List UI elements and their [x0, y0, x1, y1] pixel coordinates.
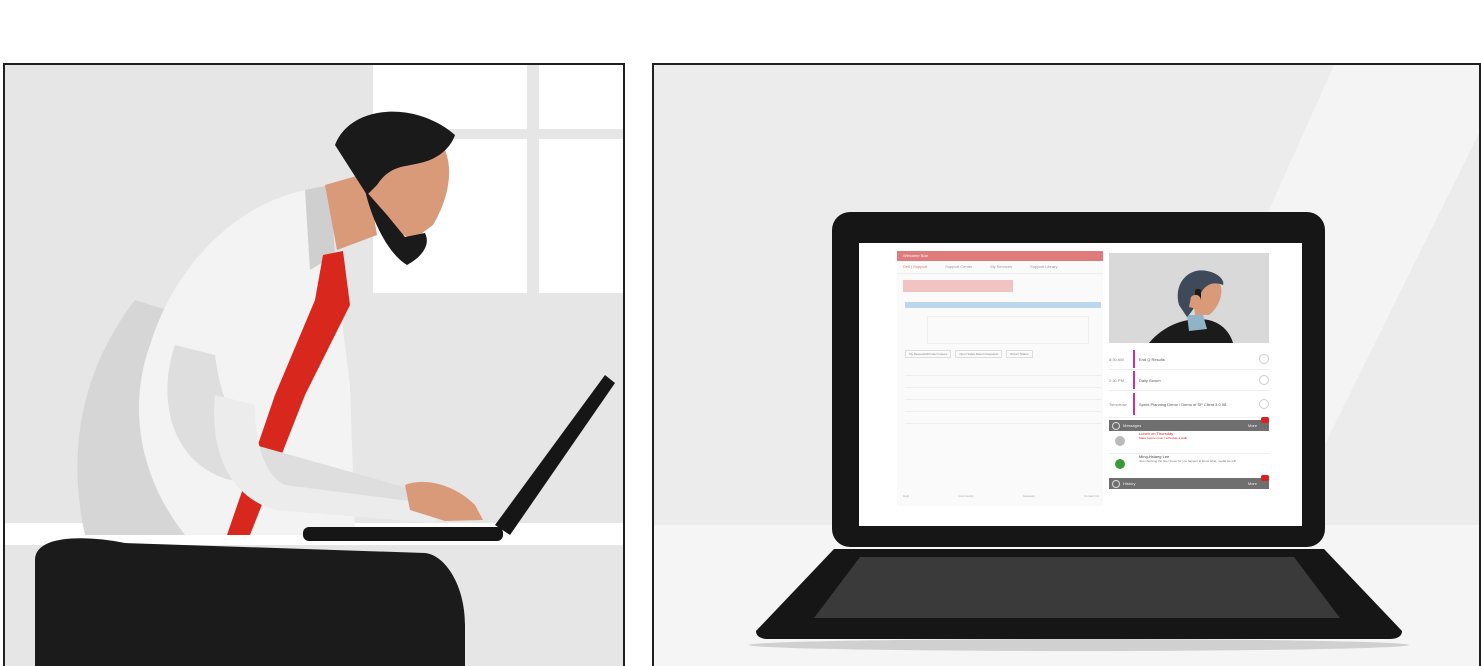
right-illustration-panel: Welcome Bob Dell | Support Support Cente… — [652, 63, 1481, 666]
widget-row — [927, 316, 1089, 344]
left-illustration-panel — [3, 63, 625, 666]
message-item[interactable]: Lunch on Thursday Make before noon / sch… — [1109, 431, 1269, 454]
avatar — [1115, 436, 1125, 446]
messages-label: Messages — [1123, 423, 1142, 428]
message-item[interactable]: Ming-Hsiang Lee Just checking the floor … — [1109, 454, 1269, 476]
event-title: End Q Results — [1139, 356, 1165, 362]
event-item[interactable]: Tomorrow Sprint Planning Demo / Demo of … — [1109, 391, 1269, 418]
history-more[interactable]: More — [1248, 478, 1257, 489]
tab-row: My Requests/Product Issues Open Sales Re… — [905, 350, 1103, 358]
laptop-base — [303, 527, 503, 541]
app-main-pane: Welcome Bob Dell | Support Support Cente… — [897, 251, 1103, 506]
app-title: Welcome Bob — [903, 253, 928, 258]
messages-more[interactable]: More — [1248, 420, 1257, 431]
event-time: 2:30 PM — [1109, 377, 1124, 383]
woman-on-phone-illustration — [1149, 270, 1233, 343]
messages-header[interactable]: Messages More — [1109, 417, 1269, 431]
event-bar — [1133, 393, 1135, 415]
tab-return-status[interactable]: Return Status — [1006, 350, 1033, 358]
event-time: Tomorrow — [1109, 401, 1127, 407]
nav-item-my-services[interactable]: My Services — [990, 261, 1012, 273]
side-pane: 8:30 AM End Q Results 2:30 PM Daily Scru… — [1109, 253, 1269, 523]
app-footer: Help Community Gateway Contact Us — [903, 494, 1099, 498]
event-bar — [1133, 371, 1135, 389]
alert-banner — [903, 280, 1013, 292]
clock-icon — [1112, 480, 1120, 488]
notification-badge — [1261, 475, 1269, 481]
history-label: History — [1123, 481, 1136, 486]
app-title-bar: Welcome Bob — [897, 251, 1103, 261]
blue-strip — [905, 302, 1101, 308]
video-call-tile — [1109, 253, 1269, 343]
notification-badge — [1261, 417, 1269, 423]
nav-item-support-center[interactable]: Support Center — [945, 261, 972, 273]
event-time: 8:30 AM — [1109, 356, 1124, 362]
nav-brand[interactable]: Dell | Support — [903, 261, 927, 273]
message-sub: Just checking the floor these for you ha… — [1139, 459, 1236, 463]
chat-icon — [1112, 422, 1120, 430]
footer-gateway[interactable]: Gateway — [1023, 494, 1035, 498]
footer-contact[interactable]: Contact Us — [1084, 494, 1099, 498]
pants — [35, 538, 465, 666]
check-icon[interactable] — [1259, 375, 1269, 385]
event-item[interactable]: 8:30 AM End Q Results — [1109, 349, 1269, 370]
event-title: Daily Scrum — [1139, 377, 1161, 383]
footer-help[interactable]: Help — [903, 494, 909, 498]
check-icon[interactable] — [1259, 354, 1269, 364]
tab-open-sales-return[interactable]: Open Sales Return Requests — [955, 350, 1003, 358]
check-icon[interactable] — [1259, 399, 1269, 409]
event-item[interactable]: 2:30 PM Daily Scrum — [1109, 370, 1269, 391]
nav-item-support-library[interactable]: Support Library — [1030, 261, 1057, 273]
data-table — [905, 364, 1101, 434]
screen-content: Welcome Bob Dell | Support Support Cente… — [859, 243, 1302, 526]
tab-my-requests[interactable]: My Requests/Product Issues — [905, 350, 952, 358]
event-bar — [1133, 350, 1135, 368]
footer-community[interactable]: Community — [958, 494, 973, 498]
man-typing-illustration — [5, 65, 623, 666]
events-list: 8:30 AM End Q Results 2:30 PM Daily Scru… — [1109, 349, 1269, 418]
event-title: Sprint Planning Demo / Demo of SP Client… — [1139, 401, 1227, 407]
avatar — [1115, 459, 1125, 469]
app-nav: Dell | Support Support Center My Service… — [897, 261, 1103, 274]
message-sub: Make before noon / schedule a walk — [1139, 436, 1188, 440]
history-header[interactable]: History More — [1109, 475, 1269, 489]
